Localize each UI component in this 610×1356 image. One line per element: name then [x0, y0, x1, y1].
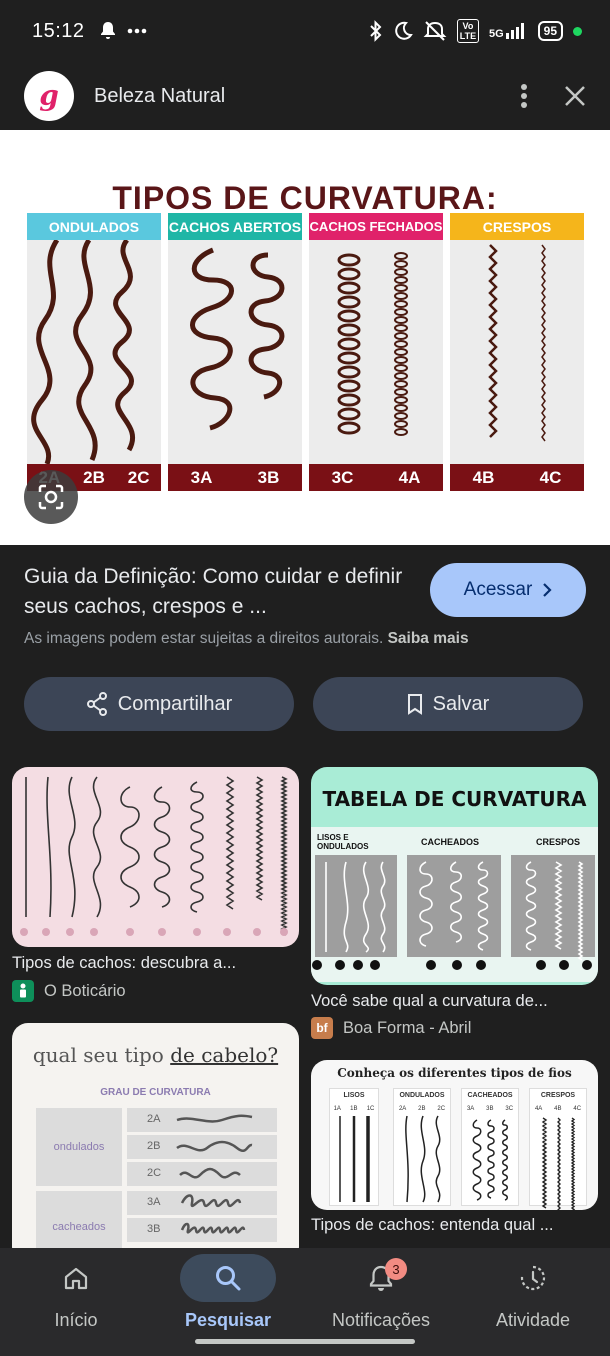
related-image-3[interactable]: qual seu tipo de cabelo? GRAU DE CURVATU… — [12, 1023, 299, 1263]
site-logo[interactable]: g — [24, 71, 74, 121]
nav-label: Pesquisar — [184, 1310, 272, 1330]
history-icon — [520, 1265, 546, 1291]
nav-notifications[interactable]: 3 Notificações — [305, 1248, 457, 1348]
type-label: 4B — [472, 467, 495, 487]
more-dots-icon — [127, 28, 146, 34]
more-vert-icon[interactable] — [520, 83, 528, 109]
copyright-notice: As imagens podem estar sujeitas a direit… — [24, 630, 469, 648]
related-image-1[interactable] — [12, 767, 299, 947]
privacy-indicator — [573, 26, 582, 36]
related-caption-2[interactable]: Você sabe qual a curvatura de... — [311, 992, 601, 1011]
type-label: 4A — [398, 467, 421, 487]
share-icon — [86, 692, 107, 716]
panel-ondulados: ONDULADOS 2A 2B 2C — [27, 213, 161, 491]
network-label: 5G — [488, 28, 504, 40]
result-title[interactable]: Guia da Definição: Como cuidar e definir… — [24, 562, 404, 622]
hair-strands-thumbnail — [339, 1115, 576, 1210]
panel-footer: 3A 3B — [168, 464, 302, 491]
panel-crespos: CRESPOS 4B 4C — [450, 213, 584, 491]
panel-header: CACHOS FECHADOS — [309, 213, 443, 240]
type-label: 2B — [83, 467, 105, 487]
nav-label: Início — [54, 1310, 98, 1330]
panel-footer: 3C 4A — [309, 464, 443, 491]
bluetooth-icon — [370, 20, 382, 42]
hair-types-chart-thumbnail — [20, 776, 288, 936]
nav-search[interactable]: Pesquisar — [152, 1248, 304, 1348]
wavy-hair-illustration — [31, 240, 136, 464]
panel-cachos-fechados: CACHOS FECHADOS 3C 4A — [309, 213, 443, 491]
copyright-text: As imagens podem estar sujeitas a direit… — [24, 630, 384, 647]
lens-search-button[interactable] — [24, 470, 78, 524]
moon-icon — [395, 21, 413, 40]
coily-hair-illustration — [488, 244, 546, 442]
panel-footer: 4B 4C — [450, 464, 584, 491]
status-bar: 15:12 Vo LTE 5G 95 — [0, 0, 610, 62]
nav-label: Atividade — [495, 1310, 571, 1330]
chevron-right-icon — [543, 583, 552, 597]
type-label: 3C — [331, 467, 354, 487]
related-caption-1[interactable]: Tipos de cachos: descubra a... — [12, 954, 302, 973]
panel-header: CACHOS ABERTOS — [168, 213, 302, 240]
related-source-1[interactable]: O Boticário — [12, 980, 126, 1002]
type-label: 3A — [190, 467, 213, 487]
signal-icon: 5G — [488, 23, 528, 40]
panel-cachos-abertos: CACHOS ABERTOS 3A 3B — [168, 213, 302, 491]
boticario-favicon-icon — [12, 980, 34, 1002]
related-image-4[interactable]: Conheça os diferentes tipos de fios LISO… — [311, 1060, 598, 1210]
nav-activity[interactable]: Atividade — [457, 1248, 609, 1348]
gesture-bar[interactable] — [195, 1339, 415, 1344]
tight-curls-illustration — [337, 252, 408, 436]
share-label: Compartilhar — [117, 692, 233, 715]
site-header: g Beleza Natural — [0, 62, 610, 130]
related-caption-4[interactable]: Tipos de cachos: entenda qual ... — [311, 1216, 601, 1235]
nav-label: Notificações — [331, 1310, 431, 1330]
type-label: 3B — [257, 467, 280, 487]
hero-title: TIPOS DE CURVATURA: — [112, 180, 498, 216]
site-logo-letter: g — [39, 79, 59, 112]
source-name: O Boticário — [44, 981, 126, 1000]
type-label: 2C — [127, 467, 150, 487]
panel-header: CRESPOS — [450, 213, 584, 240]
visit-button[interactable]: Acessar — [430, 563, 586, 617]
source-name: Boa Forma - Abril — [343, 1018, 472, 1037]
save-button[interactable]: Salvar — [313, 677, 583, 731]
notification-bell-icon — [100, 22, 115, 39]
nav-home[interactable]: Início — [0, 1248, 152, 1348]
boa-forma-favicon-icon: bf — [311, 1017, 333, 1039]
visit-label: Acessar — [463, 579, 533, 600]
site-name[interactable]: Beleza Natural — [94, 85, 225, 108]
share-button[interactable]: Compartilhar — [24, 677, 294, 731]
search-icon — [216, 1266, 241, 1291]
main-image[interactable]: TIPOS DE CURVATURA: ONDULADOS 2A 2B 2C C… — [0, 130, 610, 545]
bookmark-icon — [407, 694, 422, 715]
lens-icon — [38, 484, 64, 510]
panel-header: ONDULADOS — [27, 213, 161, 240]
notification-badge: 3 — [385, 1258, 407, 1280]
close-icon[interactable] — [564, 85, 586, 107]
related-source-2[interactable]: bf Boa Forma - Abril — [311, 1017, 471, 1039]
lte-label: Vo LTE — [456, 19, 479, 43]
status-time: 15:12 — [32, 19, 85, 42]
loose-curls-illustration — [190, 247, 285, 431]
battery-icon: 95 — [537, 21, 563, 41]
mute-icon — [423, 21, 447, 41]
save-label: Salvar — [432, 692, 490, 715]
curvature-grade-thumbnail — [176, 1114, 253, 1234]
curvature-table-thumbnail — [312, 855, 595, 970]
learn-more-link[interactable]: Saiba mais — [388, 630, 469, 647]
type-label: 4C — [539, 467, 562, 487]
related-image-2[interactable]: TABELA DE CURVATURA LISOS E ONDULADOS CA… — [311, 767, 598, 985]
home-icon — [64, 1267, 88, 1290]
battery-level: 95 — [543, 24, 557, 38]
